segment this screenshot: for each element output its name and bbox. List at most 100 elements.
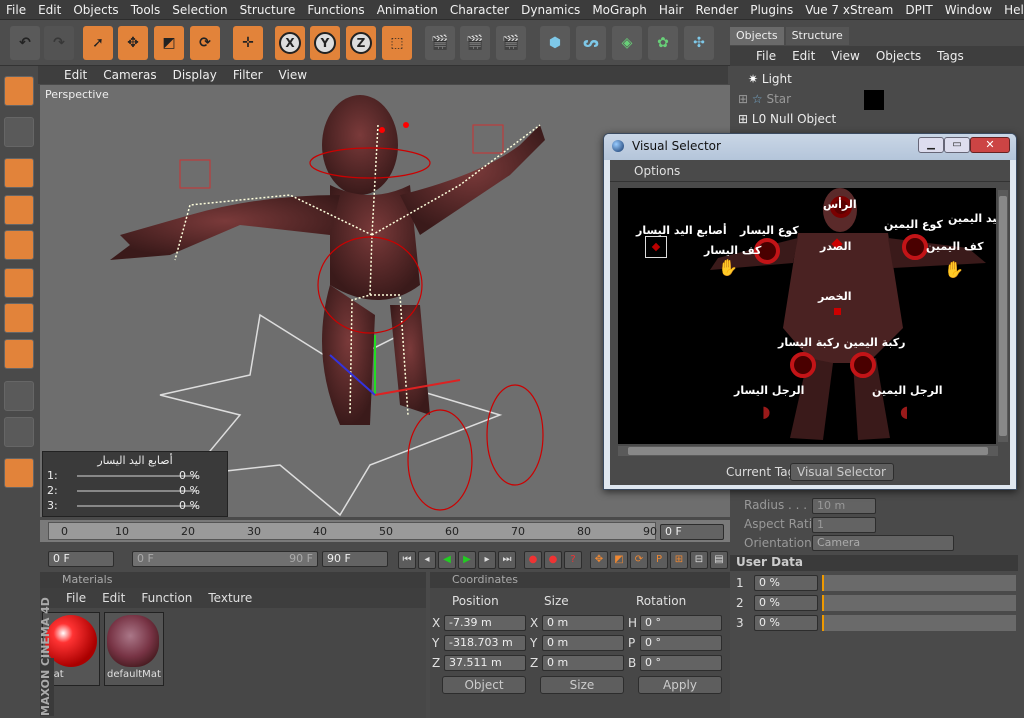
vp-menu-filter[interactable]: Filter [225, 68, 271, 82]
menu-character[interactable]: Character [444, 3, 515, 17]
x-axis-icon[interactable]: X [275, 26, 305, 60]
record-icon[interactable]: ● [524, 551, 542, 569]
key-scale-icon[interactable]: ◩ [610, 551, 628, 569]
mat-menu-function[interactable]: Function [133, 591, 200, 605]
range-slider[interactable]: 0 F 90 F [132, 551, 318, 567]
obj-menu-tags[interactable]: Tags [929, 49, 972, 63]
rotation-b-field[interactable]: 0 ° [640, 655, 722, 671]
obj-menu-view[interactable]: View [823, 49, 867, 63]
rotate-icon[interactable]: ⟳ [190, 26, 220, 60]
coordinate-system-icon[interactable]: ⬚ [382, 26, 412, 60]
current-tag-select[interactable]: Visual Selector [790, 463, 894, 481]
use-polygons-tool-icon[interactable] [4, 303, 34, 333]
next-key-icon[interactable]: ▸ [478, 551, 496, 569]
y-axis-icon[interactable]: Y [310, 26, 340, 60]
position-z-field[interactable]: 37.511 m [444, 655, 526, 671]
userdata-1-field[interactable]: 0 % [754, 575, 818, 591]
userdata-3-slider[interactable] [822, 615, 1016, 631]
coord-size-mode-select[interactable]: Size [540, 676, 624, 694]
prev-key-icon[interactable]: ◂ [418, 551, 436, 569]
menu-dynamics[interactable]: Dynamics [515, 3, 586, 17]
spline-icon[interactable]: ᔕ [576, 26, 606, 60]
left-knee-ring[interactable] [790, 352, 816, 378]
key-param-icon[interactable]: P [650, 551, 668, 569]
use-object-tool-icon[interactable] [4, 158, 34, 188]
aspect-ratio-field[interactable]: 1 [812, 517, 876, 533]
timeline-ruler[interactable]: 0 10 20 30 40 50 60 70 80 90 [48, 522, 657, 540]
vp-menu-view[interactable]: View [271, 68, 315, 82]
scale-icon[interactable]: ◩ [154, 26, 184, 60]
menu-objects[interactable]: Objects [67, 3, 124, 17]
goto-start-icon[interactable]: ⏮ [398, 551, 416, 569]
horizontal-scrollbar[interactable] [618, 446, 998, 456]
sculpt-tool-icon[interactable] [4, 458, 34, 488]
object-row-light[interactable]: ✷ Light [748, 72, 792, 90]
undo-icon[interactable]: ↶ [10, 26, 40, 60]
render-view-icon[interactable]: 🎬 [425, 26, 455, 60]
obj-menu-objects[interactable]: Objects [868, 49, 929, 63]
tab-objects[interactable]: Objects [730, 27, 784, 45]
use-texture-tool-icon[interactable] [4, 117, 34, 147]
userdata-3-field[interactable]: 0 % [754, 615, 818, 631]
menu-file[interactable]: File [0, 3, 32, 17]
menu-animation[interactable]: Animation [371, 3, 444, 17]
vp-menu-edit[interactable]: Edit [38, 68, 95, 82]
userdata-2-slider[interactable] [822, 595, 1016, 611]
checker-tool-icon[interactable] [4, 381, 34, 411]
use-points-tool-icon[interactable] [4, 230, 34, 260]
size-y-field[interactable]: 0 m [542, 635, 624, 651]
minimize-icon[interactable]: ▁ [918, 137, 944, 153]
use-model-tool-icon[interactable] [4, 76, 34, 106]
redo-icon[interactable]: ↷ [44, 26, 74, 60]
play-forward-icon[interactable]: ▶ [458, 551, 476, 569]
current-frame-field[interactable]: 0 F [660, 524, 724, 540]
userdata-1-slider[interactable] [822, 575, 1016, 591]
right-elbow-ring[interactable] [902, 234, 928, 260]
move-icon[interactable]: ✥ [118, 26, 148, 60]
object-row-star[interactable]: ⊞ ☆ Star [738, 92, 791, 110]
mat-menu-edit[interactable]: Edit [94, 591, 133, 605]
tab-structure[interactable]: Structure [785, 27, 849, 45]
left-palm-hand-icon[interactable]: ✋ [718, 258, 738, 277]
vp-menu-cameras[interactable]: Cameras [95, 68, 164, 82]
menu-window[interactable]: Window [939, 3, 998, 17]
nurbs-icon[interactable]: ◈ [612, 26, 642, 60]
max-frame-field[interactable]: 90 F [322, 551, 388, 567]
object-row-null[interactable]: ⊞ L0 Null Object [738, 112, 836, 130]
morph-row-2-value[interactable]: 0 % [179, 484, 200, 497]
menu-edit[interactable]: Edit [32, 3, 67, 17]
key-position-icon[interactable]: ✥ [590, 551, 608, 569]
close-icon[interactable]: ✕ [970, 137, 1010, 153]
vp-menu-display[interactable]: Display [165, 68, 225, 82]
array-icon[interactable]: ✿ [648, 26, 678, 60]
size-z-field[interactable]: 0 m [542, 655, 624, 671]
use-edges-tool-icon[interactable] [4, 268, 34, 298]
obj-menu-edit[interactable]: Edit [784, 49, 823, 63]
mat-menu-texture[interactable]: Texture [200, 591, 260, 605]
menu-functions[interactable]: Functions [301, 3, 370, 17]
key-extra-icon[interactable]: ⊟ [690, 551, 708, 569]
morph-row-1-value[interactable]: 0 % [179, 469, 200, 482]
expand-icon[interactable]: ⊞ [738, 112, 748, 126]
userdata-2-field[interactable]: 0 % [754, 595, 818, 611]
position-y-field[interactable]: -318.703 m [444, 635, 526, 651]
snap-tool-icon[interactable] [4, 417, 34, 447]
position-x-field[interactable]: -7.39 m [444, 615, 526, 631]
menu-tools[interactable]: Tools [125, 3, 167, 17]
render-picture-viewer-icon[interactable]: 🎬 [460, 26, 490, 60]
maximize-icon[interactable]: ▭ [944, 137, 970, 153]
recent-tool-icon[interactable]: ✛ [233, 26, 263, 60]
rotation-h-field[interactable]: 0 ° [640, 615, 722, 631]
selector-canvas[interactable]: ✋ ✋ ◗ ◖ الرأس الصدر اليد اليمين أصابع ال… [618, 188, 996, 444]
radius-field[interactable]: 10 m [812, 498, 876, 514]
key-menu-icon[interactable]: ▤ [710, 551, 728, 569]
menu-dpit[interactable]: DPIT [899, 3, 938, 17]
autokey-icon[interactable]: ● [544, 551, 562, 569]
play-backward-icon[interactable]: ◀ [438, 551, 456, 569]
deformer-icon[interactable]: ✣ [684, 26, 714, 60]
menu-selection[interactable]: Selection [166, 3, 233, 17]
menu-help[interactable]: Help [998, 3, 1024, 17]
key-pla-icon[interactable]: ⊞ [670, 551, 688, 569]
goto-end-icon[interactable]: ⏭ [498, 551, 516, 569]
left-leg-icon[interactable]: ◗ [762, 402, 770, 421]
